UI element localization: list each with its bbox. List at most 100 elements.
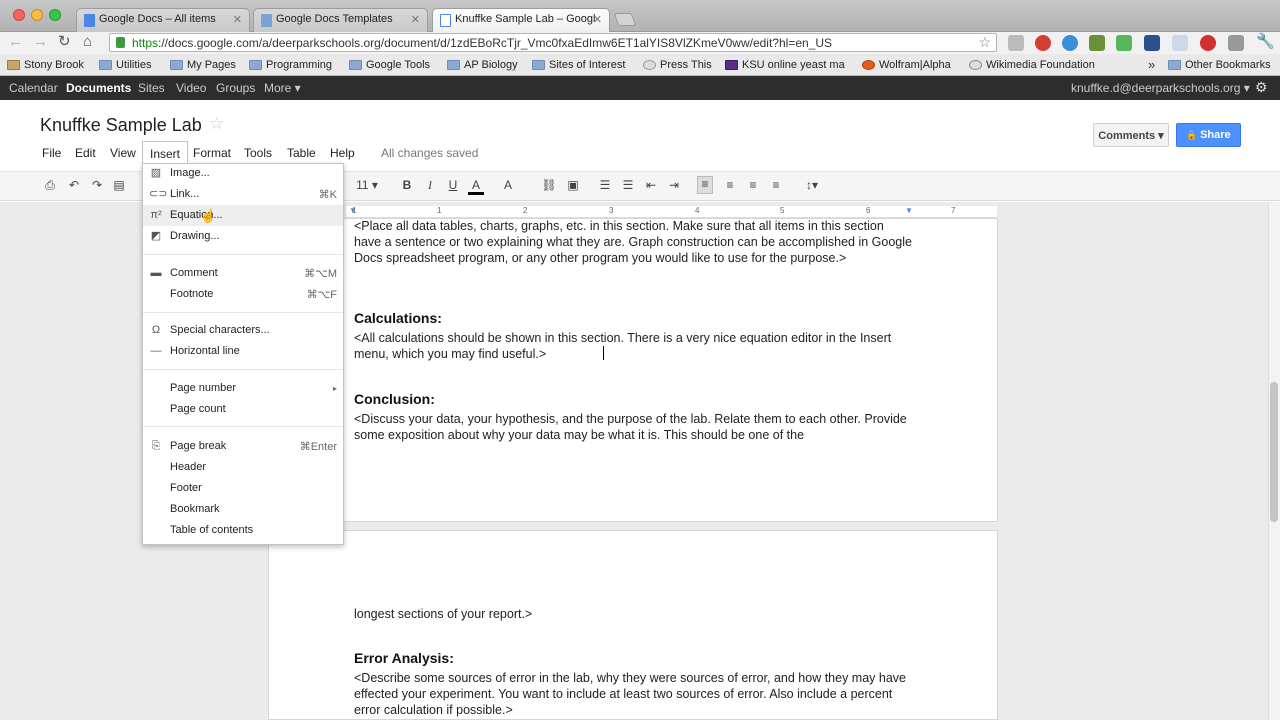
align-center-icon[interactable]: ≡ xyxy=(722,178,738,192)
browser-tab-knuffke-sample-lab[interactable]: Knuffke Sample Lab – Googl ✕ xyxy=(432,8,610,33)
calculations-heading[interactable]: Calculations: xyxy=(354,310,442,326)
gbar-groups[interactable]: Groups xyxy=(216,81,255,95)
bookmark-folder-programming[interactable]: Programming xyxy=(247,59,332,71)
insert-horizontal-line-item[interactable]: — Horizontal line xyxy=(143,341,343,362)
gbar-documents[interactable]: Documents xyxy=(66,81,131,95)
align-right-icon[interactable]: ≡ xyxy=(745,178,761,192)
extension-icon[interactable] xyxy=(1172,35,1188,51)
bulleted-list-icon[interactable]: ☰ xyxy=(620,178,636,192)
bookmark-ksu-yeast[interactable]: KSU online yeast ma xyxy=(723,59,847,71)
gbar-calendar[interactable]: Calendar xyxy=(9,81,58,95)
italic-icon[interactable]: I xyxy=(422,178,438,193)
menu-tools[interactable]: Tools xyxy=(244,146,272,160)
ruler[interactable] xyxy=(346,206,997,218)
insert-footer-item[interactable]: Footer xyxy=(143,478,343,499)
more-bookmarks-chevron-icon[interactable]: » xyxy=(1148,57,1155,72)
insert-page-break-item[interactable]: ⎘ Page break ⌘Enter xyxy=(143,436,343,457)
bookmark-folder-utilities[interactable]: Utilities xyxy=(97,59,151,71)
extension-icon[interactable] xyxy=(1089,35,1105,51)
print-icon[interactable]: ⎙ xyxy=(42,178,58,193)
conclusion-heading[interactable]: Conclusion: xyxy=(354,391,435,407)
bookmark-star-icon[interactable]: ☆ xyxy=(978,34,991,51)
menu-insert[interactable]: Insert xyxy=(142,141,189,163)
align-left-icon[interactable]: ≡ xyxy=(697,176,713,194)
bookmark-folder-other[interactable]: Other Bookmarks xyxy=(1166,59,1271,71)
settings-gear-icon[interactable]: ⚙ xyxy=(1255,79,1268,96)
conclusion-paragraph-continued[interactable]: longest sections of your report.> xyxy=(354,606,914,622)
bookmark-stony-brook[interactable]: Stony Brook xyxy=(5,59,84,71)
menu-table[interactable]: Table xyxy=(287,146,316,160)
extension-icon[interactable] xyxy=(1035,35,1051,51)
gbar-more[interactable]: More ▾ xyxy=(264,81,301,95)
menu-file[interactable]: File xyxy=(42,146,61,160)
comments-button[interactable]: Comments ▾ xyxy=(1093,123,1169,147)
paint-format-icon[interactable]: ▤ xyxy=(111,178,127,192)
share-button[interactable]: 🔒 Share xyxy=(1176,123,1241,147)
back-icon[interactable]: ← xyxy=(8,34,23,50)
menu-edit[interactable]: Edit xyxy=(75,146,96,160)
gbar-sites[interactable]: Sites xyxy=(138,81,165,95)
menu-view[interactable]: View xyxy=(110,146,136,160)
document-title[interactable]: Knuffke Sample Lab xyxy=(40,115,202,136)
line-spacing-icon[interactable]: ↕▾ xyxy=(800,178,824,192)
calculations-paragraph[interactable]: <All calculations should be shown in thi… xyxy=(354,330,914,362)
menu-help[interactable]: Help xyxy=(330,146,355,160)
bookmark-wolfram-alpha[interactable]: Wolfram|Alpha xyxy=(860,59,951,71)
bookmark-folder-ap-biology[interactable]: AP Biology xyxy=(445,59,518,71)
right-indent-marker-icon[interactable]: ▼ xyxy=(905,206,913,215)
bookmark-wikimedia[interactable]: Wikimedia Foundation xyxy=(967,59,1095,71)
close-tab-icon[interactable]: ✕ xyxy=(411,13,420,26)
font-size-select[interactable]: 11 ▾ xyxy=(352,178,382,192)
undo-icon[interactable]: ↶ xyxy=(66,178,82,192)
address-bar[interactable]: https://docs.google.com/a/deerparkschool… xyxy=(109,33,997,52)
highlight-color-icon[interactable]: A xyxy=(500,178,516,192)
wrench-icon[interactable]: 🔧 xyxy=(1256,34,1275,50)
bookmark-folder-google-tools[interactable]: Google Tools xyxy=(347,59,430,71)
decrease-indent-icon[interactable]: ⇤ xyxy=(643,178,659,192)
insert-footnote-item[interactable]: Footnote ⌘⌥F xyxy=(143,284,343,305)
justify-icon[interactable]: ≡ xyxy=(768,178,784,192)
bold-icon[interactable]: B xyxy=(399,178,415,192)
link-icon[interactable]: ⛓ xyxy=(541,178,557,192)
home-icon[interactable]: ⌂ xyxy=(83,34,92,50)
extension-icon[interactable] xyxy=(1116,35,1132,51)
insert-header-item[interactable]: Header xyxy=(143,457,343,478)
extension-icon[interactable] xyxy=(1144,35,1160,51)
insert-image-item[interactable]: ▨ Image... xyxy=(143,163,343,184)
redo-icon[interactable]: ↷ xyxy=(89,178,105,192)
insert-page-number-item[interactable]: Page number ▸ xyxy=(143,378,343,399)
extension-icon[interactable] xyxy=(1062,35,1078,51)
extension-icon[interactable] xyxy=(1200,35,1216,51)
close-tab-icon[interactable]: ✕ xyxy=(593,13,602,26)
browser-tab-templates[interactable]: Google Docs Templates ✕ xyxy=(253,8,428,32)
insert-bookmark-item[interactable]: Bookmark xyxy=(143,499,343,520)
forward-icon[interactable]: → xyxy=(33,34,48,50)
bookmark-press-this[interactable]: Press This xyxy=(641,59,712,71)
close-tab-icon[interactable]: ✕ xyxy=(233,13,242,26)
browser-tab-all-items[interactable]: Google Docs – All items ✕ xyxy=(76,8,250,32)
bookmark-folder-my-pages[interactable]: My Pages xyxy=(168,59,236,71)
error-analysis-paragraph[interactable]: <Describe some sources of error in the l… xyxy=(354,670,914,718)
insert-comment-item[interactable]: ▬ Comment ⌘⌥M xyxy=(143,263,343,284)
insert-image-icon[interactable]: ▣ xyxy=(565,178,581,192)
bookmark-folder-sites-of-interest[interactable]: Sites of Interest xyxy=(530,59,625,71)
insert-equation-item[interactable]: π² Equation... xyxy=(143,205,343,226)
data-section-paragraph[interactable]: <Place all data tables, charts, graphs, … xyxy=(354,218,914,266)
gbar-video[interactable]: Video xyxy=(176,81,206,95)
error-analysis-heading[interactable]: Error Analysis: xyxy=(354,650,454,666)
numbered-list-icon[interactable]: ☰ xyxy=(597,178,613,192)
insert-special-characters-item[interactable]: Ω Special characters... xyxy=(143,320,343,341)
reload-icon[interactable]: ↻ xyxy=(58,34,71,50)
underline-icon[interactable]: U xyxy=(445,178,461,192)
star-icon[interactable]: ☆ xyxy=(209,114,224,134)
increase-indent-icon[interactable]: ⇥ xyxy=(666,178,682,192)
text-color-icon[interactable]: A xyxy=(468,178,484,195)
insert-table-of-contents-item[interactable]: Table of contents xyxy=(143,520,343,541)
insert-page-count-item[interactable]: Page count xyxy=(143,399,343,420)
close-window-icon[interactable] xyxy=(13,9,25,21)
conclusion-paragraph[interactable]: <Discuss your data, your hypothesis, and… xyxy=(354,411,914,443)
extension-icon[interactable] xyxy=(1228,35,1244,51)
account-menu[interactable]: knuffke.d@deerparkschools.org ▾ xyxy=(1071,81,1250,95)
minimize-window-icon[interactable] xyxy=(31,9,43,21)
menu-format[interactable]: Format xyxy=(193,146,231,160)
